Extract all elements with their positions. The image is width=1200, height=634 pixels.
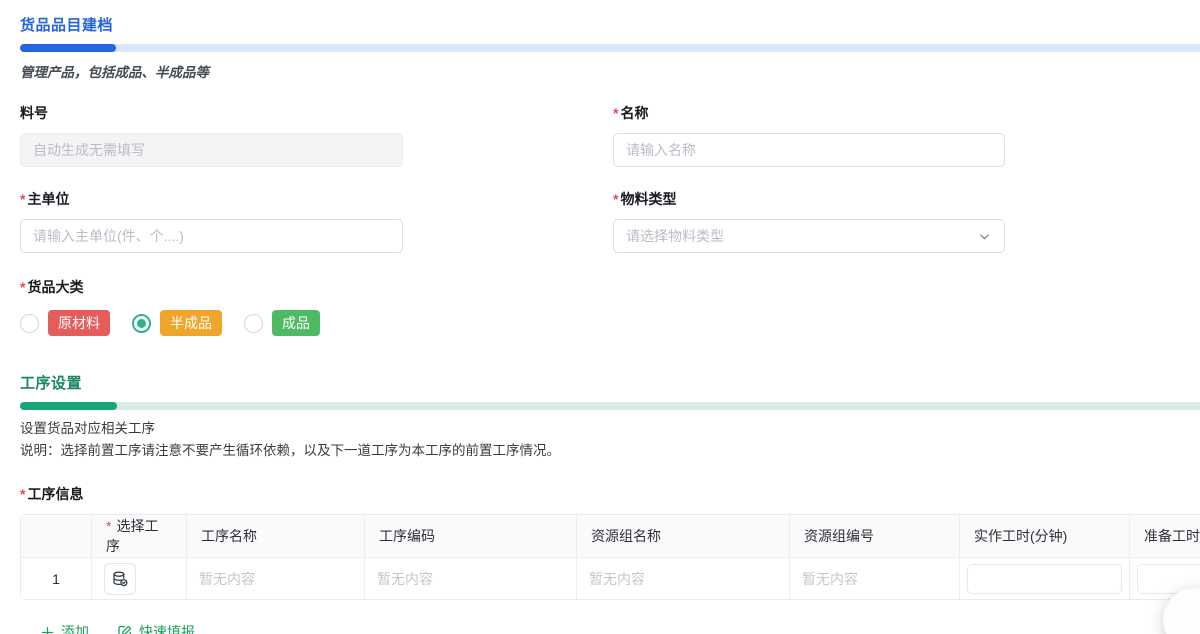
field-category: 货品大类 原材料 半成品 成品 [20,277,1200,336]
plus-icon [41,626,54,634]
radio-circle-semi-finished[interactable] [132,313,151,333]
radio-circle-finished[interactable] [244,313,263,333]
actual-minutes-input[interactable] [967,563,1122,594]
process-table-label: 工序信息 [20,484,1200,504]
resource-group-code-cell: 暂无内容 [789,557,959,599]
required-asterisk: * [106,518,112,534]
add-row-label: 添加 [61,624,89,634]
name-input[interactable] [613,133,1005,167]
section-title-process: 工序设置 [20,375,83,392]
process-code-cell: 暂无内容 [364,557,576,599]
category-radio-group: 原材料 半成品 成品 [20,310,1200,336]
material-type-label: 物料类型 [613,189,1005,209]
chevron-down-icon [980,233,989,239]
col-prepare-minutes: 准备工时(分钟) [1129,515,1200,557]
product-item-form-page: 货品品目建档 管理产品，包括成品、半成品等 料号 名称 主单位 物料类型 请选择… [0,0,1200,634]
quick-fill-label: 快速填报 [139,624,195,634]
table-header-row: * 选择工序 工序名称 工序编码 资源组名称 资源组编号 实作工时(分钟) 准备工… [21,515,1200,557]
process-table: * 选择工序 工序名称 工序编码 资源组名称 资源组编号 实作工时(分钟) 准备工… [20,514,1200,600]
col-select-process: * 选择工序 [91,515,186,557]
badge-semi-finished: 半成品 [160,310,222,336]
edit-box-icon [118,625,132,634]
col-actual-minutes: 实作工时(分钟) [959,515,1129,557]
process-name-cell: 暂无内容 [186,557,364,599]
database-check-icon [113,571,128,586]
product-section-subtitle: 管理产品，包括成品、半成品等 [20,65,209,80]
table-row: 1 暂无内容 暂无内容 暂无内容 暂无内容 [21,557,1200,599]
radio-option-raw-material[interactable]: 原材料 [20,310,110,336]
main-unit-input[interactable] [20,219,403,253]
select-process-button[interactable] [104,562,136,595]
product-progress-track [20,44,1200,52]
process-progress-fill [20,402,117,410]
process-section-note: 说明：选择前置工序请注意不要产生循环依赖，以及下一道工序为本工序的前置工序情况。 [20,443,560,458]
resource-group-name-cell: 暂无内容 [576,557,789,599]
radio-circle-raw-material[interactable] [20,313,39,333]
material-no-input[interactable] [20,133,403,167]
field-material-type: 物料类型 请选择物料类型 [613,189,1005,253]
process-progress-track [20,402,1200,410]
process-section-desc: 设置货品对应相关工序 [20,421,155,436]
col-resource-group-code: 资源组编号 [789,515,959,557]
radio-option-finished[interactable]: 成品 [244,310,320,336]
material-no-label: 料号 [20,105,48,121]
col-resource-group-name: 资源组名称 [576,515,789,557]
col-row-index [21,515,91,557]
product-progress-fill [20,44,116,52]
badge-finished: 成品 [272,310,320,336]
section-title-product: 货品品目建档 [20,17,114,34]
radio-option-semi-finished[interactable]: 半成品 [132,310,222,336]
quick-fill-button[interactable]: 快速填报 [117,622,195,634]
add-row-button[interactable]: 添加 [40,622,89,634]
main-unit-label: 主单位 [20,189,403,209]
field-name: 名称 [613,103,1005,167]
category-label: 货品大类 [20,277,1200,297]
material-type-placeholder: 请选择物料类型 [626,228,724,244]
name-label: 名称 [613,103,1005,123]
table-footer-actions: 添加 快速填报 [40,622,1200,634]
material-type-select[interactable]: 请选择物料类型 [613,219,1005,253]
badge-raw-material: 原材料 [48,310,110,336]
field-main-unit: 主单位 [20,189,403,253]
field-material-no: 料号 [20,103,403,167]
row-index-cell: 1 [21,557,91,599]
col-process-code: 工序编码 [364,515,576,557]
col-process-name: 工序名称 [186,515,364,557]
